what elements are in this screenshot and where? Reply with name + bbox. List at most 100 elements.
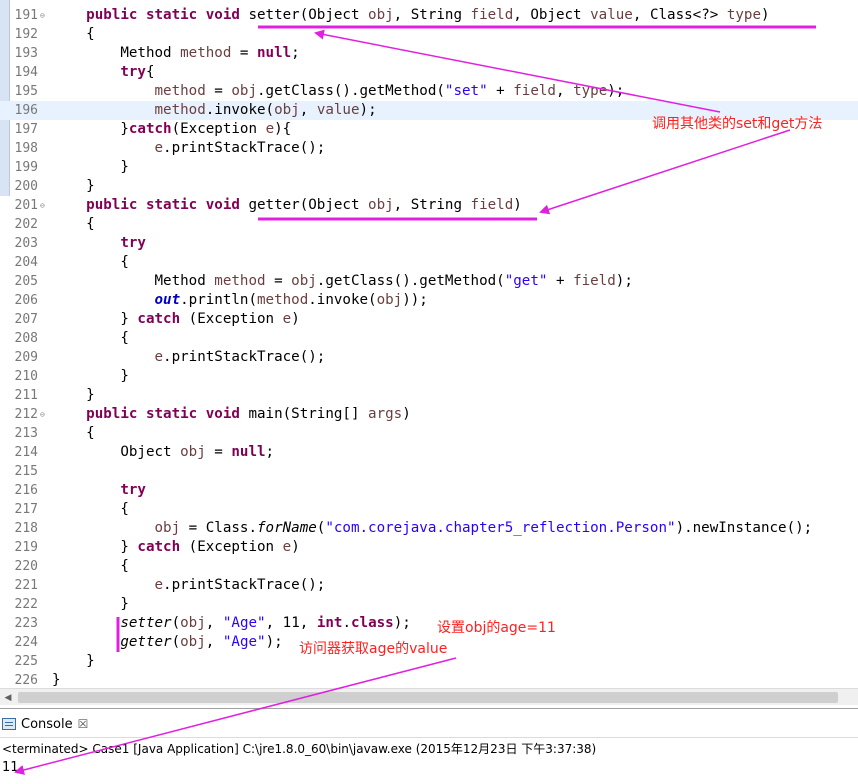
code-line[interactable]: 205 Method method = obj.getClass().getMe… [0, 272, 858, 291]
code-token: ); [615, 273, 633, 289]
line-number: 218 [14, 521, 38, 536]
code-token: Method [52, 45, 181, 61]
scrollbar-thumb[interactable] [18, 692, 838, 703]
code-line[interactable]: 201 ⊖ public static void getter(Object ob… [0, 196, 858, 215]
code-line[interactable]: 193 Method method = null; [0, 44, 858, 63]
code-token: ) [513, 197, 522, 213]
code-token: getter(Object [239, 197, 369, 213]
console-divider [0, 737, 858, 738]
fold-toggle-icon[interactable]: ⊖ [40, 411, 48, 419]
tab-console[interactable]: Console ☒ [2, 713, 88, 735]
code-text: Object obj = null; [52, 443, 274, 462]
code-line[interactable]: 191 ⊖ public static void setter(Object ob… [0, 6, 858, 25]
code-token: } [52, 121, 129, 137]
code-line[interactable]: 195 method = obj.getClass().getMethod("s… [0, 82, 858, 101]
code-token: out [154, 292, 181, 308]
line-number: 197 [14, 122, 38, 137]
line-number: 213 [14, 426, 38, 441]
code-line[interactable]: 214 Object obj = null; [0, 443, 858, 462]
accessor-note: 调用其他类的set和get方法 [652, 116, 823, 132]
code-token: "Age" [222, 634, 266, 650]
code-line[interactable]: 212 ⊖ public static void main(String[] ar… [0, 405, 858, 424]
code-line[interactable]: 222 } [0, 595, 858, 614]
console-panel: Console ☒ <terminated> Case1 [Java Appli… [0, 708, 858, 784]
code-line[interactable]: 217 { [0, 500, 858, 519]
code-line[interactable]: 206 out.println(method.invoke(obj)); [0, 291, 858, 310]
code-line[interactable]: 218 obj = Class.forName("com.corejava.ch… [0, 519, 858, 538]
code-line[interactable]: 207 } catch (Exception e) [0, 310, 858, 329]
code-line[interactable]: 209 e.printStackTrace(); [0, 348, 858, 367]
code-line[interactable]: 223 setter(obj, "Age", 11, int.class); [0, 614, 858, 633]
code-line[interactable]: 208 { [0, 329, 858, 348]
line-number: 212 [14, 407, 38, 422]
code-line[interactable]: 198 e.printStackTrace(); [0, 139, 858, 158]
line-number: 199 [14, 160, 38, 175]
fold-toggle-icon[interactable]: ⊖ [40, 12, 48, 20]
code-line[interactable]: 210 } [0, 367, 858, 386]
console-icon [2, 718, 16, 730]
code-token: ) [291, 539, 300, 555]
code-text: } catch (Exception e) [52, 310, 299, 329]
line-number: 221 [14, 578, 38, 593]
code-token: ( [171, 615, 181, 631]
code-token: , [555, 83, 574, 99]
line-number: 208 [14, 331, 38, 346]
code-token: obj [368, 7, 394, 23]
line-number: 204 [14, 255, 38, 270]
code-line[interactable]: 199 } [0, 158, 858, 177]
code-line[interactable]: 202 { [0, 215, 858, 234]
code-token: (Exception [180, 539, 283, 555]
code-token: Object [52, 444, 181, 460]
code-token: , Class<?> [632, 7, 727, 23]
code-token: obj [180, 634, 206, 650]
code-token: ; [265, 444, 275, 460]
code-line[interactable]: 211 } [0, 386, 858, 405]
code-text: } catch (Exception e) [52, 538, 300, 557]
line-number: 195 [14, 84, 38, 99]
code-token: ) [402, 406, 411, 422]
code-token: } [52, 672, 61, 688]
code-token: + [487, 83, 514, 99]
code-text: { [52, 25, 95, 44]
code-editor[interactable]: 191 ⊖ public static void setter(Object ob… [0, 0, 858, 708]
code-token: "Age" [222, 615, 266, 631]
code-line[interactable]: 220 { [0, 557, 858, 576]
code-text: public static void getter(Object obj, St… [52, 196, 522, 215]
scroll-left-arrow-icon[interactable]: ◀ [2, 692, 14, 704]
fold-toggle-icon[interactable]: ⊖ [40, 202, 48, 210]
line-number: 206 [14, 293, 38, 308]
code-token: } [52, 178, 95, 194]
code-line[interactable]: 221 e.printStackTrace(); [0, 576, 858, 595]
code-line[interactable]: 213 { [0, 424, 858, 443]
code-token: } [52, 311, 138, 327]
code-token: = [265, 273, 292, 289]
code-token: type [726, 7, 761, 23]
code-token: .invoke( [205, 102, 275, 118]
code-token: obj [180, 444, 206, 460]
code-token: value [316, 102, 360, 118]
code-line[interactable]: 204 { [0, 253, 858, 272]
code-token: )); [402, 292, 428, 308]
code-line[interactable]: 194 try{ [0, 63, 858, 82]
code-token: .getClass().getMethod( [257, 83, 445, 99]
code-line[interactable]: 192 { [0, 25, 858, 44]
code-token: method [214, 273, 266, 289]
code-text: try [52, 481, 146, 500]
code-line[interactable]: 215 [0, 462, 858, 481]
code-token: , [299, 102, 317, 118]
code-text: { [52, 215, 95, 234]
code-line[interactable]: 216 try [0, 481, 858, 500]
code-token: = [205, 83, 232, 99]
code-line[interactable]: 219 } catch (Exception e) [0, 538, 858, 557]
code-line[interactable]: 200 } [0, 177, 858, 196]
close-icon[interactable]: ☒ [78, 717, 89, 731]
code-line[interactable]: 203 try [0, 234, 858, 253]
code-token: try [120, 482, 146, 498]
line-number: 194 [14, 65, 38, 80]
code-text: } [52, 386, 95, 405]
horizontal-scrollbar[interactable]: ◀ [0, 688, 858, 705]
